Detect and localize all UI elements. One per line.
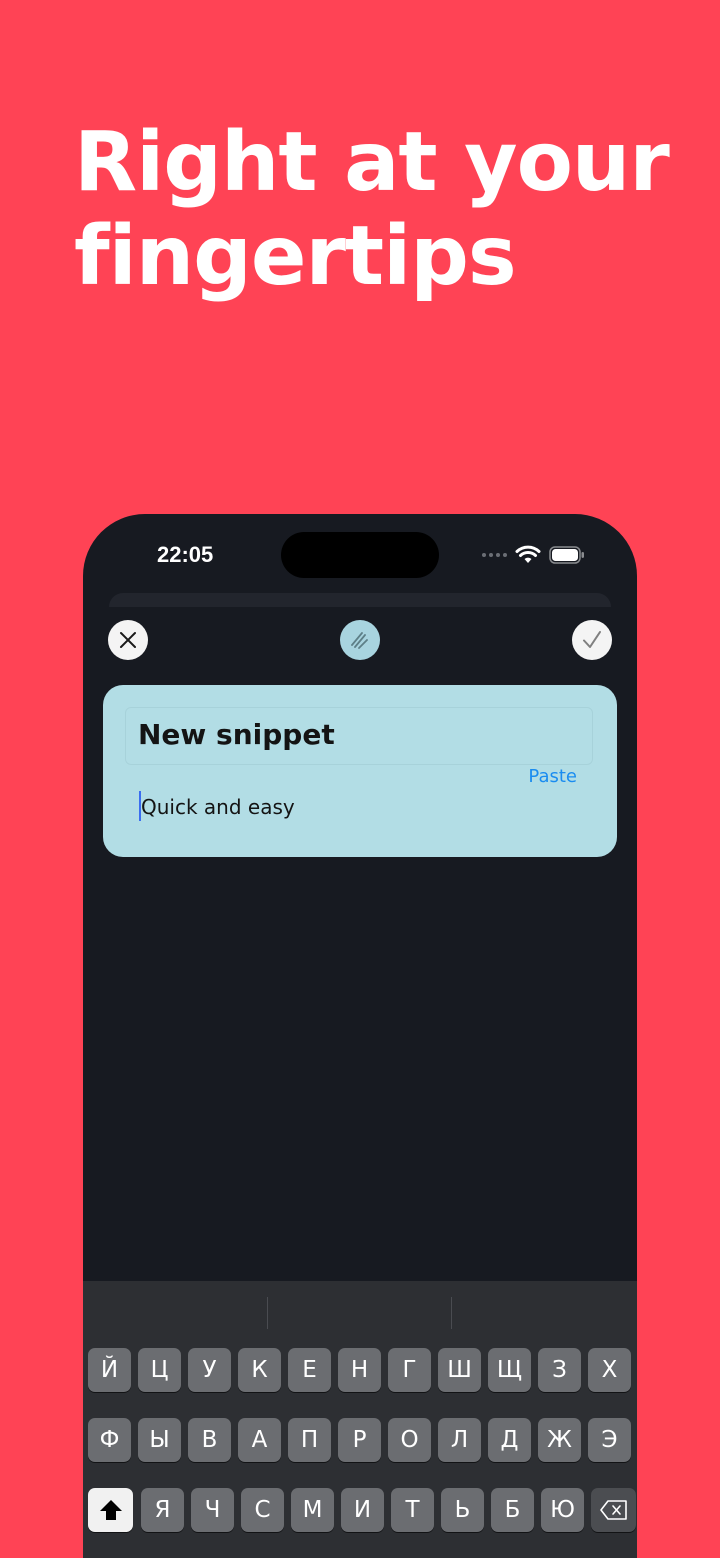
status-time: 22:05 — [157, 542, 214, 567]
key[interactable]: Ч — [191, 1488, 234, 1532]
phone-frame: 22:05 New snippet Paste Quick and easy Й… — [83, 514, 637, 1558]
scribble-icon — [351, 632, 368, 649]
key[interactable]: Ю — [541, 1488, 584, 1532]
headline-line-2: fingertips — [74, 209, 517, 304]
key[interactable]: Л — [438, 1418, 481, 1462]
key[interactable]: И — [341, 1488, 384, 1532]
key[interactable]: Ц — [138, 1348, 181, 1392]
key[interactable]: Ф — [88, 1418, 131, 1462]
snippet-card: New snippet Paste Quick and easy — [103, 685, 617, 857]
key[interactable]: П — [288, 1418, 331, 1462]
shift-icon — [99, 1500, 122, 1520]
key[interactable]: Н — [338, 1348, 381, 1392]
key[interactable]: Т — [391, 1488, 434, 1532]
snippet-body-input[interactable]: Quick and easy — [141, 795, 295, 819]
dynamic-island — [281, 532, 439, 578]
key[interactable]: Г — [388, 1348, 431, 1392]
key[interactable]: С — [241, 1488, 284, 1532]
key[interactable]: В — [188, 1418, 231, 1462]
suggestion-divider — [267, 1297, 268, 1329]
key[interactable]: Й — [88, 1348, 131, 1392]
snippet-title[interactable]: New snippet — [138, 718, 335, 751]
key[interactable]: Р — [338, 1418, 381, 1462]
key[interactable]: О — [388, 1418, 431, 1462]
battery-icon — [549, 546, 584, 564]
keyboard-row-2: Ф Ы В А П Р О Л Д Ж Э — [88, 1418, 637, 1462]
keyboard: Й Ц У К Е Н Г Ш Щ З Х Ф Ы В А П Р О Л Д … — [83, 1281, 637, 1558]
signal-dots-icon — [482, 553, 507, 557]
key[interactable]: Х — [588, 1348, 631, 1392]
status-icons — [482, 544, 585, 566]
key[interactable]: М — [291, 1488, 334, 1532]
headline: Right at your fingertips — [74, 116, 694, 304]
delete-icon — [599, 1500, 627, 1520]
key[interactable]: У — [188, 1348, 231, 1392]
shift-key[interactable] — [88, 1488, 133, 1532]
checkmark-icon — [583, 631, 601, 648]
key[interactable]: Б — [491, 1488, 534, 1532]
suggestion-divider — [451, 1297, 452, 1329]
sheet-behind — [109, 593, 611, 607]
delete-key[interactable] — [591, 1488, 636, 1532]
close-icon — [120, 632, 136, 648]
key[interactable]: Ы — [138, 1418, 181, 1462]
key[interactable]: Щ — [488, 1348, 531, 1392]
key[interactable]: Я — [141, 1488, 184, 1532]
key[interactable]: Ш — [438, 1348, 481, 1392]
key[interactable]: А — [238, 1418, 281, 1462]
key[interactable]: Э — [588, 1418, 631, 1462]
keyboard-row-3: Я Ч С М И Т Ь Б Ю — [88, 1488, 636, 1532]
key[interactable]: Ь — [441, 1488, 484, 1532]
paste-button[interactable]: Paste — [528, 766, 577, 787]
close-button[interactable] — [108, 620, 148, 660]
headline-line-1: Right at your — [74, 115, 670, 210]
wifi-icon — [515, 545, 541, 563]
key[interactable]: К — [238, 1348, 281, 1392]
done-button[interactable] — [572, 620, 612, 660]
key[interactable]: Д — [488, 1418, 531, 1462]
key[interactable]: Ж — [538, 1418, 581, 1462]
mode-button[interactable] — [340, 620, 380, 660]
key[interactable]: Е — [288, 1348, 331, 1392]
key[interactable]: З — [538, 1348, 581, 1392]
keyboard-row-1: Й Ц У К Е Н Г Ш Щ З Х — [88, 1348, 637, 1392]
